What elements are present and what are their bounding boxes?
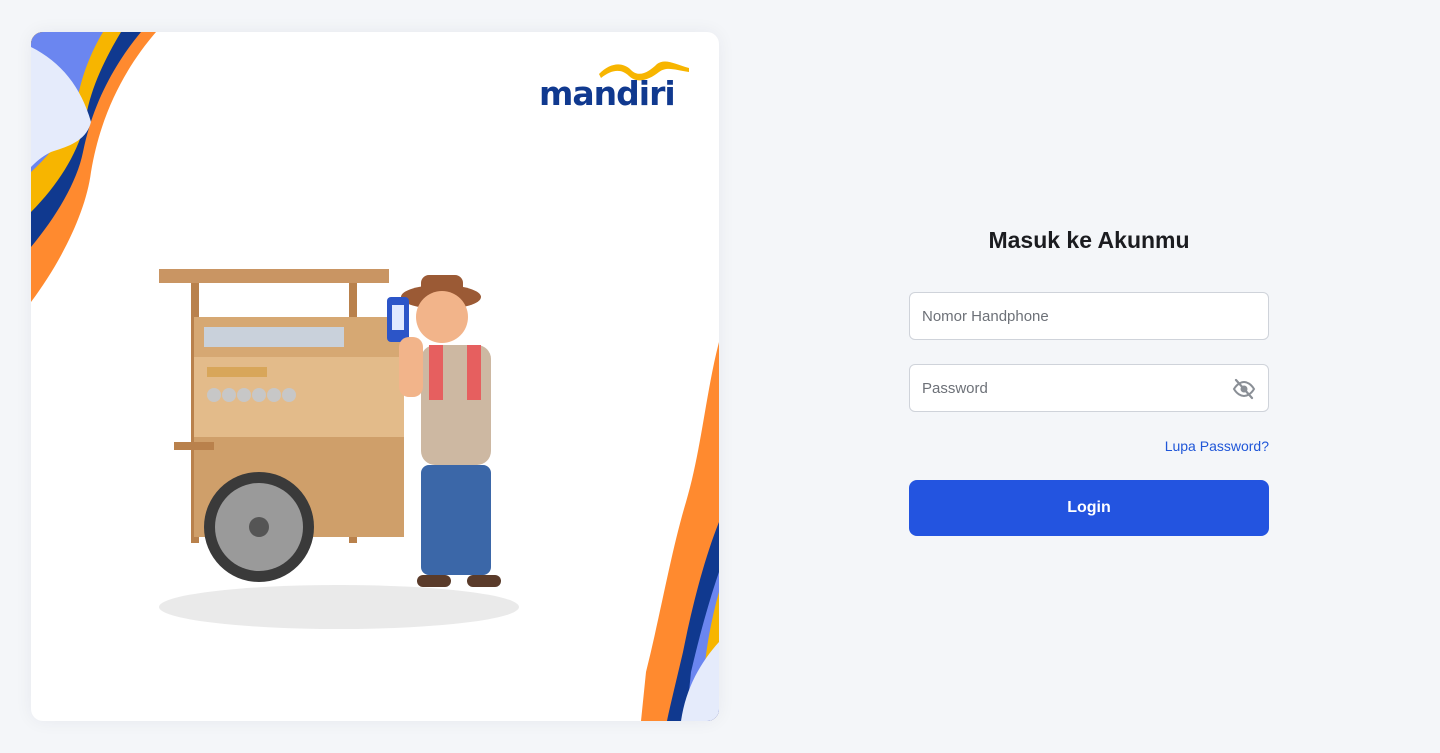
eye-off-icon[interactable]	[1232, 377, 1256, 401]
mandiri-logo: mandiri	[539, 60, 691, 110]
password-field[interactable]	[909, 364, 1269, 412]
login-title: Masuk ke Akunmu	[988, 227, 1190, 253]
logo-wordmark: mandiri	[539, 74, 676, 113]
phone-field[interactable]	[909, 292, 1269, 340]
phone-input[interactable]	[922, 293, 1222, 339]
login-panel: Masuk ke Akunmu Lupa Password? Login	[909, 0, 1269, 753]
login-button[interactable]: Login	[909, 480, 1269, 536]
vendor-illustration	[159, 269, 519, 629]
forgot-password-link[interactable]: Lupa Password?	[1165, 438, 1269, 454]
password-input[interactable]	[922, 365, 1222, 411]
hero-card: mandiri	[31, 32, 719, 721]
